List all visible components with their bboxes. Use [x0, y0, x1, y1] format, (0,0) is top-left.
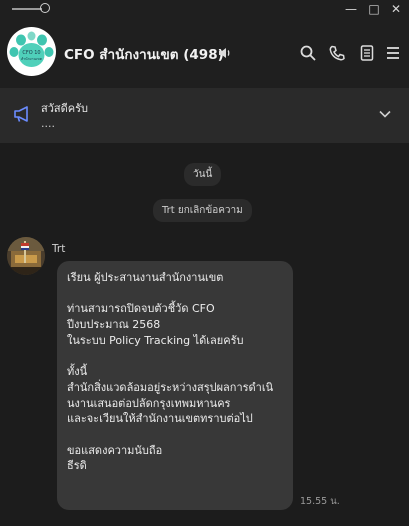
zoom-slider-track[interactable]: [12, 8, 42, 10]
menu-icon[interactable]: [384, 44, 402, 62]
search-icon[interactable]: [299, 44, 317, 62]
notes-icon[interactable]: [358, 44, 376, 62]
chevron-down-icon[interactable]: [378, 109, 392, 119]
zoom-slider-handle[interactable]: [40, 3, 50, 13]
message-bubble[interactable]: เรียน ผู้ประสานงานสำนักงานเขต ท่านสามารถ…: [57, 261, 293, 510]
maximize-button[interactable]: □: [366, 2, 382, 16]
phone-icon[interactable]: [328, 44, 346, 62]
megaphone-icon: [14, 106, 28, 122]
pinned-announcement[interactable]: สวัสดีครับ ....: [0, 88, 409, 143]
mute-icon: [219, 48, 230, 58]
message-timestamp: 15.55 น.: [300, 496, 340, 507]
pinned-preview: ....: [41, 117, 55, 130]
group-avatar[interactable]: CFO 10 สำนักงานเขต: [7, 27, 56, 76]
avatar[interactable]: [7, 237, 45, 275]
sender-name: Trt: [52, 243, 66, 255]
close-button[interactable]: ✕: [388, 2, 404, 16]
message-text: เรียน ผู้ประสานงานสำนักงานเขต ท่านสามารถ…: [67, 271, 274, 473]
svg-text:CFO 10: CFO 10: [22, 50, 40, 56]
svg-text:สำนักงานเขต: สำนักงานเขต: [21, 57, 43, 61]
window-titlebar: — □ ✕: [0, 0, 409, 18]
system-message: Trt ยกเลิกข้อความ: [153, 199, 252, 222]
chat-header: CFO 10 สำนักงานเขต CFO สำนักงานเขต (498): [0, 18, 409, 89]
date-separator: วันนี้: [184, 163, 222, 186]
pinned-title: สวัสดีครับ: [41, 102, 88, 115]
minimize-button[interactable]: —: [343, 2, 359, 16]
group-logo-icon: CFO 10 สำนักงานเขต: [7, 27, 56, 76]
chat-title[interactable]: CFO สำนักงานเขต (498): [64, 43, 224, 65]
sender-avatar-image: [7, 237, 45, 275]
